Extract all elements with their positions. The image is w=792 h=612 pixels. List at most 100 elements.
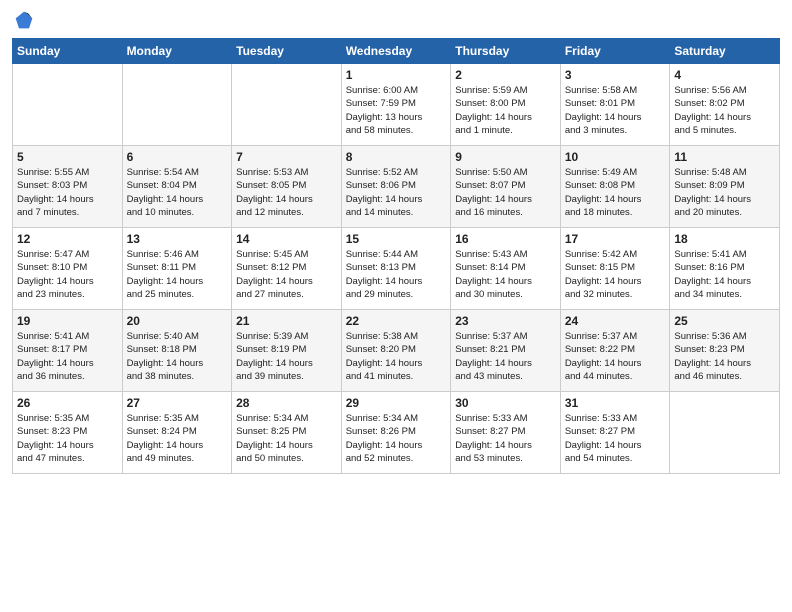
calendar-cell: 10 Sunrise: 5:49 AMSunset: 8:08 PMDayligh… [560,146,670,228]
day-info: Sunrise: 5:44 AMSunset: 8:13 PMDaylight:… [346,248,447,301]
day-info: Sunrise: 5:39 AMSunset: 8:19 PMDaylight:… [236,330,337,383]
logo-icon [14,10,34,30]
day-info: Sunrise: 5:34 AMSunset: 8:26 PMDaylight:… [346,412,447,465]
calendar-cell [232,64,342,146]
calendar-cell [13,64,123,146]
day-info: Sunrise: 5:52 AMSunset: 8:06 PMDaylight:… [346,166,447,219]
day-number: 6 [127,150,228,164]
calendar-cell: 16 Sunrise: 5:43 AMSunset: 8:14 PMDayligh… [451,228,561,310]
calendar-cell: 2 Sunrise: 5:59 AMSunset: 8:00 PMDaylight… [451,64,561,146]
day-number: 12 [17,232,118,246]
page-container: SundayMondayTuesdayWednesdayThursdayFrid… [0,0,792,484]
day-number: 16 [455,232,556,246]
calendar-cell: 13 Sunrise: 5:46 AMSunset: 8:11 PMDayligh… [122,228,232,310]
day-info: Sunrise: 5:34 AMSunset: 8:25 PMDaylight:… [236,412,337,465]
day-number: 21 [236,314,337,328]
calendar-cell: 18 Sunrise: 5:41 AMSunset: 8:16 PMDayligh… [670,228,780,310]
calendar-cell: 27 Sunrise: 5:35 AMSunset: 8:24 PMDayligh… [122,392,232,474]
calendar-cell: 31Sunrise: 5:33 AMSunset: 8:27 PMDayligh… [560,392,670,474]
week-row-3: 12 Sunrise: 5:47 AMSunset: 8:10 PMDayligh… [13,228,780,310]
day-number: 8 [346,150,447,164]
day-number: 18 [674,232,775,246]
day-info: Sunrise: 5:59 AMSunset: 8:00 PMDaylight:… [455,84,556,137]
calendar-cell: 4Sunrise: 5:56 AMSunset: 8:02 PMDaylight… [670,64,780,146]
col-header-saturday: Saturday [670,39,780,64]
calendar-cell: 24 Sunrise: 5:37 AMSunset: 8:22 PMDayligh… [560,310,670,392]
calendar-cell: 26 Sunrise: 5:35 AMSunset: 8:23 PMDayligh… [13,392,123,474]
day-info: Sunrise: 5:54 AMSunset: 8:04 PMDaylight:… [127,166,228,219]
day-number: 23 [455,314,556,328]
calendar-cell: 25 Sunrise: 5:36 AMSunset: 8:23 PMDayligh… [670,310,780,392]
day-number: 24 [565,314,666,328]
day-info: Sunrise: 5:35 AMSunset: 8:23 PMDaylight:… [17,412,118,465]
day-info: Sunrise: 5:40 AMSunset: 8:18 PMDaylight:… [127,330,228,383]
day-info: Sunrise: 5:45 AMSunset: 8:12 PMDaylight:… [236,248,337,301]
week-row-4: 19 Sunrise: 5:41 AMSunset: 8:17 PMDayligh… [13,310,780,392]
calendar-cell [670,392,780,474]
day-number: 26 [17,396,118,410]
day-number: 28 [236,396,337,410]
day-number: 15 [346,232,447,246]
week-row-2: 5 Sunrise: 5:55 AMSunset: 8:03 PMDaylight… [13,146,780,228]
day-info: Sunrise: 5:33 AMSunset: 8:27 PMDaylight:… [455,412,556,465]
calendar-cell: 17 Sunrise: 5:42 AMSunset: 8:15 PMDayligh… [560,228,670,310]
day-number: 4 [674,68,775,82]
calendar-cell: 29 Sunrise: 5:34 AMSunset: 8:26 PMDayligh… [341,392,451,474]
day-number: 29 [346,396,447,410]
day-info: Sunrise: 5:37 AMSunset: 8:21 PMDaylight:… [455,330,556,383]
day-info: Sunrise: 5:53 AMSunset: 8:05 PMDaylight:… [236,166,337,219]
col-header-tuesday: Tuesday [232,39,342,64]
day-info: Sunrise: 5:36 AMSunset: 8:23 PMDaylight:… [674,330,775,383]
calendar-cell: 14 Sunrise: 5:45 AMSunset: 8:12 PMDayligh… [232,228,342,310]
day-number: 31 [565,396,666,410]
day-info: Sunrise: 5:49 AMSunset: 8:08 PMDaylight:… [565,166,666,219]
day-number: 2 [455,68,556,82]
calendar-cell: 28 Sunrise: 5:34 AMSunset: 8:25 PMDayligh… [232,392,342,474]
calendar-cell: 7 Sunrise: 5:53 AMSunset: 8:05 PMDaylight… [232,146,342,228]
day-number: 25 [674,314,775,328]
day-number: 27 [127,396,228,410]
day-info: Sunrise: 5:58 AMSunset: 8:01 PMDaylight:… [565,84,666,137]
calendar-cell: 1 Sunrise: 6:00 AMSunset: 7:59 PMDaylight… [341,64,451,146]
day-number: 17 [565,232,666,246]
day-info: Sunrise: 5:55 AMSunset: 8:03 PMDaylight:… [17,166,118,219]
day-number: 14 [236,232,337,246]
day-info: Sunrise: 5:43 AMSunset: 8:14 PMDaylight:… [455,248,556,301]
day-info: Sunrise: 5:41 AMSunset: 8:16 PMDaylight:… [674,248,775,301]
day-info: Sunrise: 6:00 AMSunset: 7:59 PMDaylight:… [346,84,447,137]
day-info: Sunrise: 5:46 AMSunset: 8:11 PMDaylight:… [127,248,228,301]
calendar-table: SundayMondayTuesdayWednesdayThursdayFrid… [12,38,780,474]
day-number: 11 [674,150,775,164]
calendar-cell: 6 Sunrise: 5:54 AMSunset: 8:04 PMDaylight… [122,146,232,228]
day-info: Sunrise: 5:35 AMSunset: 8:24 PMDaylight:… [127,412,228,465]
day-info: Sunrise: 5:42 AMSunset: 8:15 PMDaylight:… [565,248,666,301]
day-number: 22 [346,314,447,328]
day-info: Sunrise: 5:48 AMSunset: 8:09 PMDaylight:… [674,166,775,219]
day-number: 9 [455,150,556,164]
calendar-cell: 22 Sunrise: 5:38 AMSunset: 8:20 PMDayligh… [341,310,451,392]
day-number: 19 [17,314,118,328]
calendar-cell: 21 Sunrise: 5:39 AMSunset: 8:19 PMDayligh… [232,310,342,392]
day-info: Sunrise: 5:41 AMSunset: 8:17 PMDaylight:… [17,330,118,383]
day-number: 30 [455,396,556,410]
day-info: Sunrise: 5:47 AMSunset: 8:10 PMDaylight:… [17,248,118,301]
header [12,10,780,30]
day-number: 7 [236,150,337,164]
day-number: 1 [346,68,447,82]
calendar-cell [122,64,232,146]
day-number: 13 [127,232,228,246]
calendar-cell: 15 Sunrise: 5:44 AMSunset: 8:13 PMDayligh… [341,228,451,310]
col-header-thursday: Thursday [451,39,561,64]
day-number: 20 [127,314,228,328]
col-header-monday: Monday [122,39,232,64]
day-info: Sunrise: 5:37 AMSunset: 8:22 PMDaylight:… [565,330,666,383]
day-info: Sunrise: 5:38 AMSunset: 8:20 PMDaylight:… [346,330,447,383]
col-header-wednesday: Wednesday [341,39,451,64]
col-header-friday: Friday [560,39,670,64]
day-number: 10 [565,150,666,164]
day-info: Sunrise: 5:50 AMSunset: 8:07 PMDaylight:… [455,166,556,219]
calendar-cell: 30 Sunrise: 5:33 AMSunset: 8:27 PMDayligh… [451,392,561,474]
calendar-cell: 12 Sunrise: 5:47 AMSunset: 8:10 PMDayligh… [13,228,123,310]
day-number: 5 [17,150,118,164]
calendar-cell: 11 Sunrise: 5:48 AMSunset: 8:09 PMDayligh… [670,146,780,228]
